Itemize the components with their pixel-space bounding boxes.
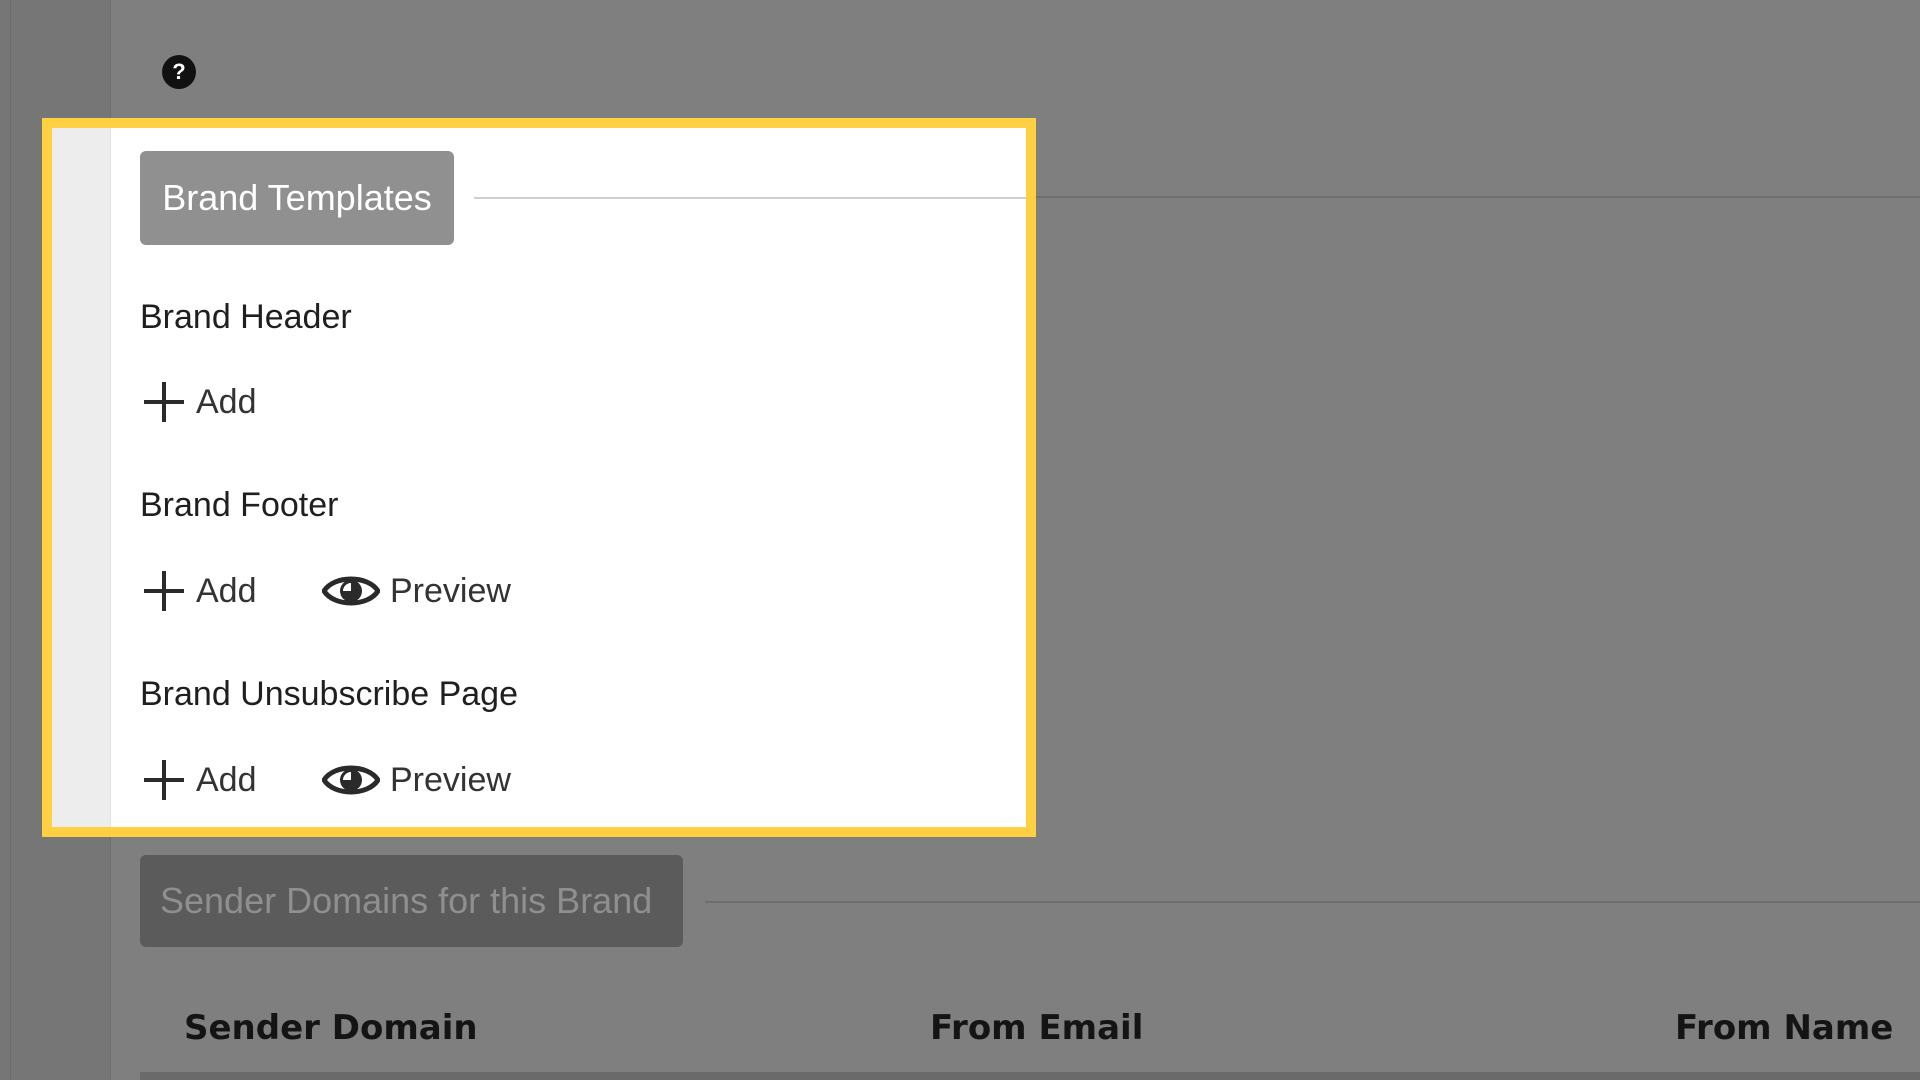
brand-unsubscribe-preview-button[interactable]: Preview [322,758,511,802]
preview-label: Preview [390,760,511,799]
heading-divider [474,197,1026,199]
plus-icon [144,760,184,800]
brand-footer-preview-button[interactable]: Preview [322,569,511,613]
brand-templates-panel: Brand Templates Brand Header Add Brand F… [42,118,1036,837]
brand-footer-add-button[interactable]: Add [142,569,257,613]
eye-icon [322,765,380,795]
sender-domains-heading: Sender Domains for this Brand [140,855,683,947]
plus-icon [144,382,184,422]
preview-label: Preview [390,571,511,610]
brand-unsubscribe-add-button[interactable]: Add [142,758,257,802]
panel-gutter [52,128,111,827]
brand-header-add-button[interactable]: Add [142,380,257,424]
table-header-divider [140,1072,1920,1080]
help-icon[interactable]: ? [162,55,196,89]
add-label: Add [196,382,257,421]
sidebar-divider [10,0,11,1080]
brand-footer-label: Brand Footer [140,486,339,524]
add-label: Add [196,760,257,799]
eye-icon [322,576,380,606]
add-label: Add [196,571,257,610]
brand-header-label: Brand Header [140,298,352,336]
section-divider [1036,196,1920,198]
column-header-sender-domain[interactable]: Sender Domain [184,1008,478,1048]
section-divider [705,901,1920,903]
column-header-from-email[interactable]: From Email [930,1008,1143,1048]
brand-templates-heading: Brand Templates [140,151,454,245]
plus-icon [144,571,184,611]
column-header-from-name[interactable]: From Name [1675,1008,1893,1048]
brand-unsubscribe-label: Brand Unsubscribe Page [140,675,519,713]
